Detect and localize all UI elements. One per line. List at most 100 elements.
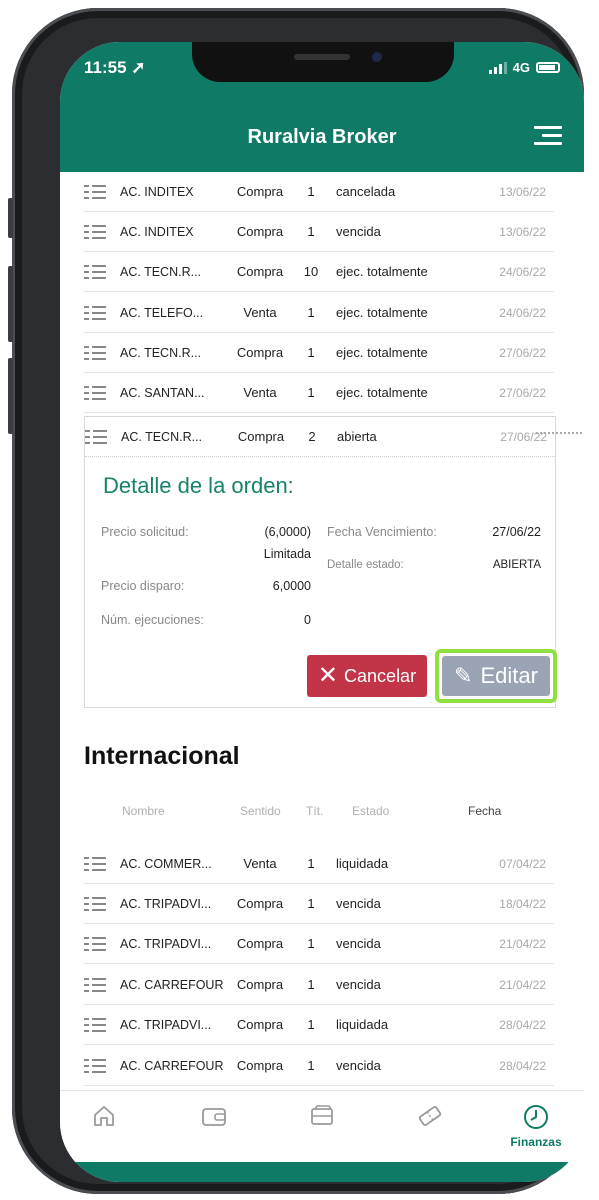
screen: 11:55 ➚ 4G Ruralvia Broker AC. INDITEX Co… (60, 42, 584, 1182)
order-estado: ejec. totalmente (336, 264, 428, 279)
order-fecha: 27/06/22 (499, 345, 546, 360)
order-fecha: 28/04/22 (499, 1058, 546, 1073)
clock-icon (524, 1105, 548, 1129)
volume-up-button (8, 266, 13, 342)
order-estado: ejec. totalmente (336, 345, 428, 360)
order-fecha: 13/06/22 (499, 224, 546, 239)
table-row[interactable]: AC. CARREFOUR Compra 1 vencida 28/04/22 (84, 1046, 554, 1086)
cancel-button[interactable]: ✕ Cancelar (307, 655, 427, 697)
volume-down-button (8, 358, 13, 434)
order-sentido: Compra (236, 184, 284, 199)
precio-solicitud-label: Precio solicitud: (101, 525, 189, 539)
callout-line (536, 432, 582, 434)
order-fecha: 13/06/22 (499, 184, 546, 199)
order-fecha: 07/04/22 (499, 856, 546, 871)
order-name: AC. SANTAN... (120, 385, 205, 400)
order-sentido: Compra (236, 977, 284, 992)
order-name: AC. TRIPADVI... (120, 896, 212, 911)
order-name: AC. TECN.R... (121, 429, 203, 444)
signal-icon (488, 61, 507, 74)
card-icon (311, 1105, 333, 1125)
order-sentido: Compra (236, 224, 284, 239)
table-row[interactable]: AC. SANTAN... Venta 1 ejec. totalmente 27/06… (84, 373, 554, 413)
order-titulos: 1 (307, 936, 315, 951)
order-sentido: Compra (237, 429, 285, 444)
table-row[interactable]: AC. TECN.R... Compra 10 ejec. totalmente 24/… (84, 252, 554, 292)
order-titulos: 1 (307, 1058, 315, 1073)
section-title-internacional: Internacional (84, 742, 240, 770)
order-fecha: 18/04/22 (499, 896, 546, 911)
bottom-strip (60, 1162, 584, 1182)
table-row[interactable]: AC. COMMER... Venta 1 liquidada 07/04/22 (84, 844, 554, 884)
order-name: AC. TECN.R... (120, 264, 202, 279)
order-estado: vencida (336, 936, 381, 951)
battery-icon (536, 62, 560, 73)
precio-solicitud-type: Limitada (263, 547, 311, 561)
detalle-estado-label: Detalle estado: (327, 559, 404, 571)
tab-finanzas[interactable]: Finanzas (506, 1103, 566, 1159)
table-row[interactable]: AC. TECN.R... Compra 2 abierta 27/06/22 (85, 417, 555, 457)
tab-cards[interactable] (292, 1103, 352, 1159)
mute-switch (8, 198, 13, 238)
list-icon (84, 1056, 112, 1076)
order-sentido: Compra (236, 264, 284, 279)
order-sentido: Compra (236, 1058, 284, 1073)
edit-button[interactable]: ✎ Editar (442, 656, 550, 696)
table-row[interactable]: AC. TRIPADVI... Compra 1 liquidada 28/04/22 (84, 1005, 554, 1045)
order-name: AC. CARREFOUR (120, 977, 224, 992)
list-icon (84, 854, 112, 874)
edit-button-highlight: ✎ Editar (435, 649, 557, 703)
list-icon (84, 182, 112, 202)
list-icon (84, 934, 112, 954)
order-titulos: 1 (307, 856, 315, 871)
order-estado: vencida (336, 224, 381, 239)
col-header-estado: Estado (352, 804, 390, 818)
order-fecha: 27/06/22 (500, 429, 547, 444)
list-icon (84, 222, 112, 242)
order-name: AC. TECN.R... (120, 345, 202, 360)
num-ejecuciones-value: 0 (304, 613, 311, 627)
order-titulos: 1 (307, 977, 315, 992)
edit-button-label: Editar (480, 663, 538, 688)
network-type: 4G (512, 60, 530, 75)
tab-home[interactable] (74, 1103, 134, 1159)
fecha-vencimiento-value: 27/06/22 (492, 525, 541, 539)
precio-solicitud-value: (6,0000) (264, 525, 311, 539)
table-row[interactable]: AC. CARREFOUR Compra 1 vencida 21/04/22 (84, 965, 554, 1005)
pencil-icon: ✎ (454, 663, 473, 688)
order-sentido: Compra (236, 345, 284, 360)
order-fecha: 24/06/22 (499, 305, 546, 320)
order-titulos: 1 (307, 305, 315, 320)
num-ejecuciones-label: Núm. ejecuciones: (101, 613, 204, 627)
tab-offers[interactable] (400, 1103, 460, 1159)
order-fecha: 21/04/22 (499, 977, 546, 992)
col-header-fecha: Fecha (468, 804, 502, 818)
menu-icon[interactable] (534, 126, 562, 148)
col-header-nombre: Nombre (122, 804, 165, 818)
col-header-sentido: Sentido (240, 804, 281, 818)
list-icon (84, 343, 112, 363)
orders-list[interactable]: AC. INDITEX Compra 1 cancelada 13/06/22 AC. I… (60, 172, 584, 1090)
order-name: AC. TRIPADVI... (120, 936, 212, 951)
table-row[interactable]: AC. TECN.R... Compra 1 ejec. totalmente 27/0… (84, 333, 554, 373)
table-row[interactable]: AC. TRIPADVI... Compra 1 vencida 21/04/22 (84, 924, 554, 964)
order-titulos: 2 (308, 429, 316, 444)
fecha-vencimiento-label: Fecha Vencimiento: (327, 525, 437, 539)
order-detail-panel: AC. TECN.R... Compra 2 abierta 27/06/22 Detal… (84, 416, 557, 708)
list-icon (84, 303, 112, 323)
list-icon (84, 262, 112, 282)
tab-wallet[interactable] (184, 1103, 244, 1159)
order-titulos: 1 (307, 896, 315, 911)
table-row[interactable]: AC. TRIPADVI... Compra 1 vencida 18/04/22 (84, 884, 554, 924)
table-row[interactable]: AC. INDITEX Compra 1 cancelada 13/06/22 (84, 172, 554, 212)
order-sentido: Venta (243, 856, 277, 871)
order-name: AC. INDITEX (120, 184, 194, 199)
table-row[interactable]: AC. TELEFO... Venta 1 ejec. totalmente 24/06… (84, 293, 554, 333)
order-fecha: 27/06/22 (499, 385, 546, 400)
precio-disparo-label: Precio disparo: (101, 579, 185, 593)
location-arrow-icon: ➚ (131, 58, 146, 77)
order-sentido: Compra (236, 1017, 284, 1032)
order-estado: vencida (336, 1058, 381, 1073)
order-estado: cancelada (336, 184, 396, 199)
table-row[interactable]: AC. INDITEX Compra 1 vencida 13/06/22 (84, 212, 554, 252)
